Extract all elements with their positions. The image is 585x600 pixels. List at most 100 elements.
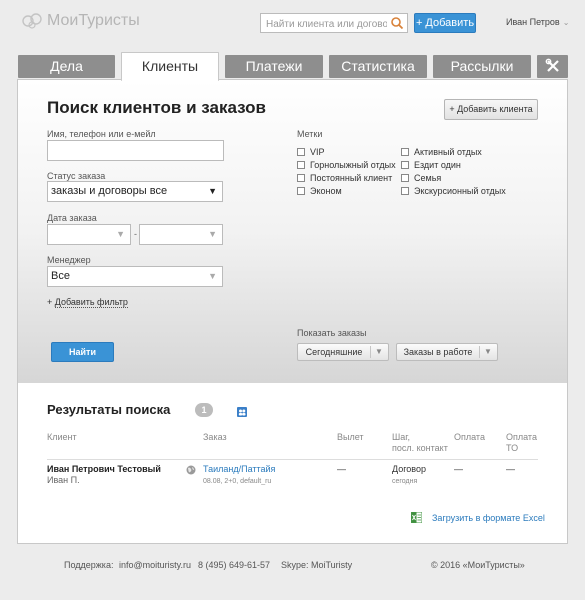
dropdown-arrow-icon: ▼ [208, 229, 217, 239]
tab-clients[interactable]: Клиенты [121, 52, 219, 81]
tag-checkbox-regular[interactable]: Постоянный клиент [297, 173, 392, 183]
status-select-value: заказы и договоры все [51, 185, 168, 197]
checkbox[interactable] [401, 161, 409, 169]
chevron-down-icon: ▼ [375, 347, 383, 356]
find-button[interactable]: Найти [51, 342, 114, 362]
tab-tools[interactable] [537, 55, 568, 78]
tag-checkbox-excursion[interactable]: Экскурсионный отдых [401, 186, 506, 196]
checkbox[interactable] [297, 187, 305, 195]
checkbox[interactable] [297, 161, 305, 169]
step-value: Договор [392, 464, 426, 474]
payment-to-value: — [506, 464, 515, 474]
checkbox[interactable] [297, 148, 305, 156]
tab-payments[interactable]: Платежи [225, 55, 323, 78]
support-email-link[interactable]: info@moituristy.ru [119, 560, 191, 570]
tag-label: Семья [414, 173, 442, 183]
tag-checkbox-economy[interactable]: Эконом [297, 186, 342, 196]
global-search-input[interactable] [261, 15, 387, 34]
tab-statistics[interactable]: Статистика [329, 55, 427, 78]
today-orders-label: Сегодняшние [305, 347, 363, 357]
status-select[interactable]: заказы и договоры все ▼ [47, 181, 223, 202]
tag-label: Активный отдых [414, 147, 482, 157]
date-label: Дата заказа [47, 213, 97, 223]
name-phone-email-input[interactable] [47, 140, 224, 161]
col-step-line1: Шаг, [392, 432, 410, 442]
divider [370, 346, 371, 358]
step-date: сегодня [392, 478, 418, 485]
search-area: Поиск клиентов и заказов + Добавить клие… [18, 80, 567, 383]
tools-icon [545, 58, 559, 72]
top-header: МоиТуристы + Добавить Иван Петров⌄ [0, 0, 585, 48]
support-label: Поддержка: [64, 560, 114, 570]
copyright: © 2016 «МоиТуристы» [431, 560, 525, 570]
excel-icon[interactable] [411, 512, 422, 523]
support-skype: Skype: MoiTuristy [281, 560, 353, 570]
in-work-orders-dropdown[interactable]: Заказы в работе ▼ [396, 343, 498, 361]
col-payment-to-line2: ТО [506, 443, 519, 453]
add-client-button[interactable]: + Добавить клиента [444, 99, 538, 120]
tag-checkbox-solo[interactable]: Ездит один [401, 160, 461, 170]
tag-label: Горнолыжный отдых [310, 160, 396, 170]
tag-checkbox-family[interactable]: Семья [401, 173, 441, 183]
date-to-select[interactable]: ▼ [139, 224, 223, 245]
user-name: Иван Петров [506, 17, 560, 27]
manager-select-value: Все [51, 270, 70, 282]
col-step-line2: посл. контакт [392, 443, 448, 453]
checkbox[interactable] [401, 187, 409, 195]
tag-label: Постоянный клиент [310, 173, 393, 183]
col-payment-to: Оплата ТО [506, 432, 537, 454]
table-divider [47, 459, 538, 460]
page-title: Поиск клиентов и заказов [47, 98, 266, 117]
tag-checkbox-ski[interactable]: Горнолыжный отдых [297, 160, 396, 170]
payment-value: — [454, 464, 463, 474]
order-link[interactable]: Таиланд/Паттайя [203, 464, 275, 475]
dropdown-arrow-icon: ▼ [116, 229, 125, 239]
client-name-link[interactable]: Иван Петрович Тестовый [47, 464, 161, 475]
dropdown-arrow-icon: ▼ [208, 271, 217, 281]
add-filter-link[interactable]: + Добавить фильтр [47, 297, 128, 308]
manager-label: Менеджер [47, 255, 91, 265]
main-tabs: Дела Клиенты Платежи Статистика Рассылки [18, 52, 568, 81]
tab-mailings[interactable]: Рассылки [433, 55, 531, 78]
tag-label: Эконом [310, 186, 342, 196]
excel-download-link[interactable]: Загрузить в формате Excel [432, 513, 545, 523]
logo-icon [22, 13, 42, 29]
logo-text: МоиТуристы [47, 12, 140, 29]
order-details: 08.08, 2+0, default_ru [203, 478, 272, 485]
clients-panel: Поиск клиентов и заказов + Добавить клие… [17, 79, 568, 544]
add-button[interactable]: + Добавить [414, 13, 476, 33]
date-separator: - [134, 229, 137, 239]
checkbox[interactable] [401, 148, 409, 156]
col-payment: Оплата [454, 432, 485, 442]
results-count-badge: 1 [195, 403, 213, 417]
tag-checkbox-vip[interactable]: VIP [297, 147, 325, 157]
date-from-select[interactable]: ▼ [47, 224, 131, 245]
globe-icon [186, 465, 196, 475]
people-icon[interactable] [237, 407, 247, 417]
status-label: Статус заказа [47, 171, 106, 181]
tab-dela[interactable]: Дела [18, 55, 115, 78]
add-filter-plus: + [47, 297, 53, 307]
tags-label: Метки [297, 129, 323, 139]
search-icon[interactable] [390, 16, 404, 30]
in-work-orders-label: Заказы в работе [403, 347, 473, 357]
user-menu[interactable]: Иван Петров ⌄ [506, 17, 569, 27]
add-filter-text: Добавить фильтр [54, 297, 128, 308]
checkbox[interactable] [297, 174, 305, 182]
col-departure: Вылет [337, 432, 364, 442]
chevron-down-icon: ▼ [484, 347, 492, 356]
logo[interactable]: МоиТуристы [22, 12, 140, 30]
today-orders-dropdown[interactable]: Сегодняшние ▼ [297, 343, 389, 361]
global-search [260, 13, 408, 34]
manager-select[interactable]: Все ▼ [47, 266, 223, 287]
departure-value: — [337, 464, 346, 474]
tag-checkbox-active[interactable]: Активный отдых [401, 147, 482, 157]
support-phone: 8 (495) 649-61-57 [198, 560, 271, 570]
name-label: Имя, телефон или е-мейл [47, 129, 156, 139]
checkbox[interactable] [401, 174, 409, 182]
dropdown-arrow-icon: ▼ [208, 186, 217, 196]
show-orders-label: Показать заказы [297, 328, 367, 338]
chevron-down-icon: ⌄ [562, 18, 570, 27]
divider [479, 346, 480, 358]
tag-label: Ездит один [414, 160, 461, 170]
